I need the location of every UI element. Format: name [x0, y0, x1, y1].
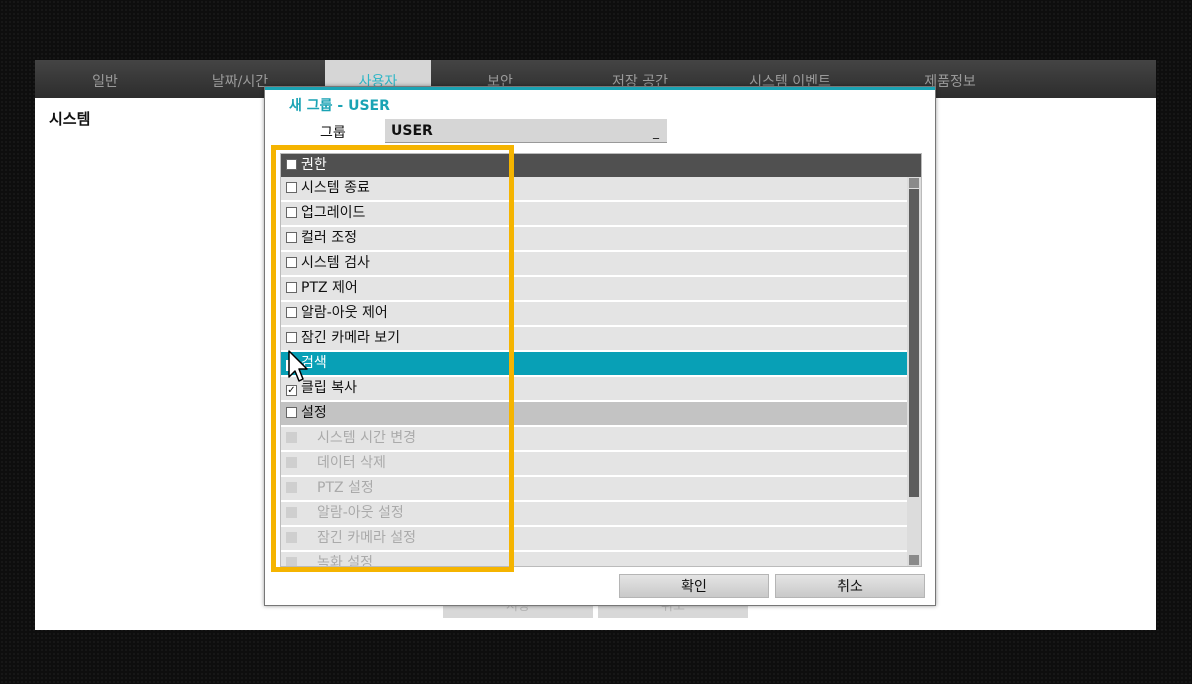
permission-checkbox[interactable]	[286, 332, 297, 343]
permission-row[interactable]: 시스템 검사	[281, 252, 907, 277]
permission-row[interactable]: PTZ 제어	[281, 277, 907, 302]
permission-checkbox	[286, 507, 297, 518]
permission-checkbox	[286, 532, 297, 543]
permission-label: 알람-아웃 제어	[301, 305, 388, 321]
app-screen: 일반 날짜/시간 사용자 보안 저장 공간 시스템 이벤트 제품정보 시스템 저…	[0, 0, 1192, 684]
permission-checkbox[interactable]	[286, 182, 297, 193]
permission-checkbox	[286, 482, 297, 493]
permission-label: 컬러 조정	[301, 230, 357, 246]
permission-label: 잠긴 카메라 설정	[317, 530, 417, 546]
permission-label: 시스템 시간 변경	[317, 430, 417, 446]
permission-checkbox[interactable]	[286, 385, 297, 396]
permission-label: 업그레이드	[301, 205, 366, 221]
confirm-button[interactable]: 확인	[619, 574, 769, 598]
permission-label: 데이터 삭제	[317, 455, 386, 471]
permission-row[interactable]: 잠긴 카메라 보기	[281, 327, 907, 352]
permission-label: 설정	[301, 405, 327, 421]
permission-label: PTZ 제어	[301, 280, 358, 296]
permission-row[interactable]: 설정	[281, 402, 907, 427]
sidebar-item-system[interactable]: 시스템	[49, 108, 90, 129]
permission-label: 시스템 검사	[301, 255, 370, 271]
cancel-button[interactable]: 취소	[775, 574, 925, 598]
permission-checkbox[interactable]	[286, 282, 297, 293]
permission-row: PTZ 설정	[281, 477, 907, 502]
permission-checkbox[interactable]	[286, 257, 297, 268]
new-group-dialog: 새 그룹 - USER 그룹 _ 권한 시스템 종료업그레이드컬러 조정시스템 …	[264, 86, 936, 606]
permission-checkbox[interactable]	[286, 407, 297, 418]
permission-header-row[interactable]: 권한	[281, 154, 921, 177]
scrollbar-thumb[interactable]	[909, 189, 919, 497]
permission-row: 알람-아웃 설정	[281, 502, 907, 527]
permission-row[interactable]: 알람-아웃 제어	[281, 302, 907, 327]
permission-rows: 시스템 종료업그레이드컬러 조정시스템 검사 PTZ 제어알람-아웃 제어잠긴 카…	[281, 177, 907, 567]
scroll-down-arrow[interactable]	[909, 555, 919, 565]
permission-checkbox[interactable]	[286, 207, 297, 218]
permission-label: 잠긴 카메라 보기	[301, 330, 401, 346]
permission-row[interactable]: 검색	[281, 352, 907, 377]
group-name-input[interactable]	[385, 119, 667, 143]
permission-label: 알람-아웃 설정	[317, 505, 404, 521]
group-label: 그룹	[320, 125, 346, 141]
permission-checkbox	[286, 432, 297, 443]
permission-row[interactable]: 시스템 종료	[281, 177, 907, 202]
permission-row: 녹화 설정	[281, 552, 907, 567]
permission-row: 데이터 삭제	[281, 452, 907, 477]
permission-row: 시스템 시간 변경	[281, 427, 907, 452]
permission-label: 시스템 종료	[301, 180, 370, 196]
permission-label: 녹화 설정	[317, 555, 373, 567]
permission-row: 잠긴 카메라 설정	[281, 527, 907, 552]
permission-checkbox[interactable]	[286, 232, 297, 243]
scroll-up-arrow[interactable]	[909, 178, 919, 188]
dialog-title: 새 그룹 - USER	[289, 98, 390, 114]
permission-checkbox[interactable]	[286, 307, 297, 318]
permission-row[interactable]: 클립 복사	[281, 377, 907, 402]
permission-scrollbar[interactable]	[907, 177, 921, 566]
dialog-accent-line	[265, 87, 935, 90]
permission-checkbox	[286, 457, 297, 468]
permission-header-label: 권한	[301, 157, 327, 173]
permission-list: 권한 시스템 종료업그레이드컬러 조정시스템 검사 PTZ 제어알람-아웃 제어잠…	[280, 153, 922, 567]
header-checkbox[interactable]	[286, 159, 297, 170]
text-caret: _	[653, 125, 659, 139]
permission-row[interactable]: 업그레이드	[281, 202, 907, 227]
mouse-pointer-icon	[288, 350, 308, 382]
permission-label: PTZ 설정	[317, 480, 374, 496]
permission-row[interactable]: 컬러 조정	[281, 227, 907, 252]
tab-general[interactable]: 일반	[45, 60, 165, 98]
permission-checkbox	[286, 557, 297, 566]
